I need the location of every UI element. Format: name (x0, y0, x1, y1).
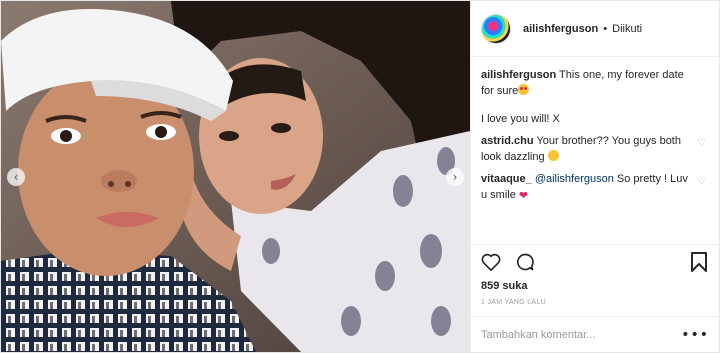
caption-username[interactable]: ailishferguson (481, 69, 556, 81)
smile-emoji-icon (547, 150, 559, 161)
add-comment-bar: ••• (471, 316, 719, 352)
comment-username[interactable]: vitaaque_ (481, 173, 532, 185)
likes-count[interactable]: 859 suka (481, 280, 527, 292)
comment-like-heart-icon[interactable]: ♡ (697, 139, 707, 149)
red-heart-emoji-icon: ❤ (518, 189, 529, 202)
post-header: ailishferguson • Diikuti (471, 1, 719, 57)
avatar[interactable] (481, 13, 511, 44)
chevron-left-icon[interactable]: ‹ (7, 168, 25, 186)
more-options-icon[interactable]: ••• (681, 327, 709, 343)
follow-status-button[interactable]: Diikuti (612, 23, 642, 35)
heart-eyes-emoji-icon (518, 84, 530, 95)
comments-list: ailishferguson This one, my forever date… (471, 57, 719, 238)
header-separator: • (603, 22, 608, 35)
mention-link[interactable]: @ailishferguson (535, 173, 614, 185)
comment-username[interactable]: astrid.chu (481, 135, 534, 147)
comment-like-heart-icon[interactable]: ♡ (697, 177, 707, 187)
chevron-right-icon[interactable]: › (446, 168, 464, 186)
bookmark-icon[interactable] (687, 250, 711, 274)
heart-icon[interactable] (479, 250, 503, 274)
instagram-post: ‹ › ailishferguson • Diikuti ailishfergu… (0, 0, 720, 353)
selfie-photo (1, 1, 470, 352)
caption: ailishferguson This one, my forever date… (481, 67, 707, 99)
list-item: vitaaque_ @ailishferguson So pretty ! Lu… (481, 171, 707, 203)
action-bar (471, 244, 719, 278)
username-link[interactable]: ailishferguson (523, 23, 598, 35)
post-photo[interactable]: ‹ › (1, 1, 470, 352)
comment-text: I love you will! X (481, 113, 560, 125)
comment-input[interactable] (481, 328, 682, 341)
comment-icon[interactable] (513, 250, 537, 274)
list-item: astrid.chu Your brother?? You guys both … (481, 133, 707, 165)
header-text: ailishferguson • Diikuti (523, 23, 642, 35)
post-side-panel: ailishferguson • Diikuti ailishferguson … (470, 1, 719, 352)
timestamp[interactable]: 1 JAM YANG LALU (481, 299, 546, 306)
list-item: I love you will! X (481, 111, 707, 127)
